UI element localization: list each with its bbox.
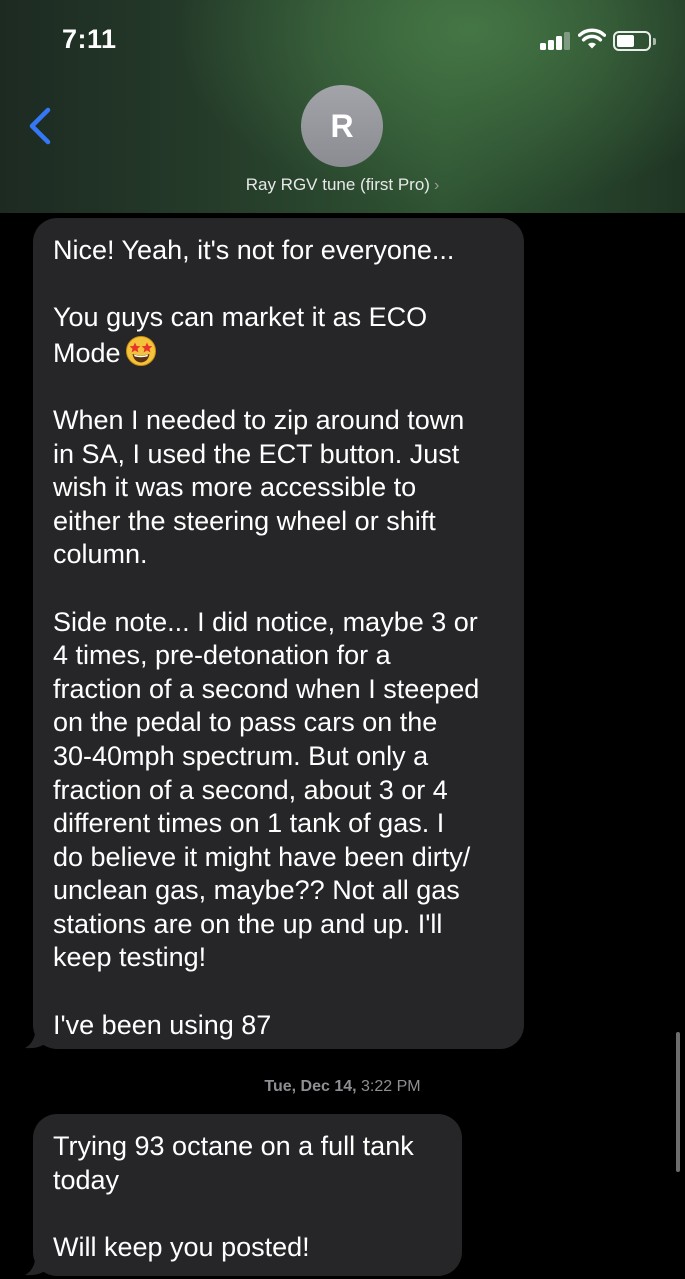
status-time: 7:11 [62, 24, 117, 54]
contact-name-button[interactable]: Ray RGV tune (first Pro) › [0, 175, 685, 195]
star-struck-emoji [125, 335, 156, 366]
message-text: Will keep you posted! [53, 1231, 310, 1262]
back-button[interactable] [22, 104, 58, 148]
message-bubble[interactable]: Trying 93 octane on a full tank today Wi… [33, 1114, 462, 1276]
message-text: Trying 93 octane on a full tank today [53, 1131, 414, 1195]
scrollbar[interactable] [676, 1032, 680, 1172]
message-text: Side note... I did notice, maybe 3 or 4 … [53, 606, 480, 973]
conversation-header: 7:11 R Ray RGV tune (first Pro) › [0, 0, 685, 213]
avatar-initial: R [330, 107, 354, 144]
message-text: I've been using 87 [53, 1009, 272, 1040]
chevron-right-icon: › [433, 177, 440, 194]
contact-avatar[interactable]: R [301, 85, 383, 167]
timestamp-day: Tue, Dec 14, [264, 1078, 357, 1095]
message-text: Nice! Yeah, it's not for everyone... [53, 235, 455, 265]
message-text: You guys can market it as ECO Mode [53, 302, 428, 368]
timestamp-time: 3:22 PM [361, 1078, 421, 1095]
contact-name: Ray RGV tune (first Pro) [245, 175, 430, 194]
message-bubble[interactable]: Nice! Yeah, it's not for everyone... You… [33, 218, 524, 1049]
wifi-icon [578, 28, 606, 49]
message-text: When I needed to zip around town in SA, … [53, 404, 465, 570]
chevron-left-icon [29, 107, 51, 145]
cellular-signal-icon [540, 30, 572, 50]
battery-icon [613, 31, 657, 51]
message-timestamp: Tue, Dec 14, 3:22 PM [0, 1078, 685, 1096]
